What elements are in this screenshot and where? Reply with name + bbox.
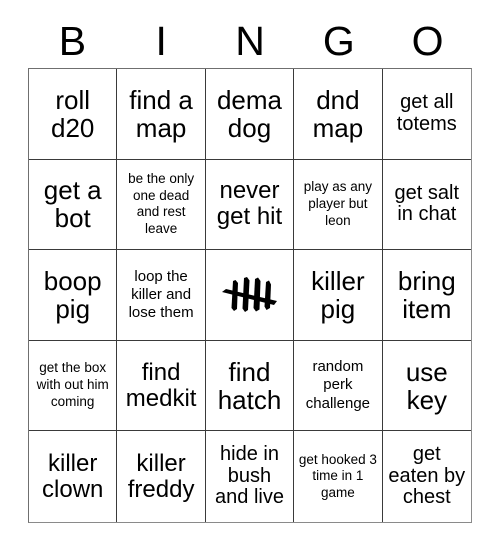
bingo-cell-label: find a map bbox=[129, 84, 193, 143]
bingo-cell[interactable]: play as any player but leon bbox=[294, 159, 383, 251]
bingo-cell[interactable]: roll d20 bbox=[29, 69, 118, 160]
bingo-cell[interactable]: get salt in chat bbox=[382, 159, 471, 251]
bingo-cell-label: find hatch bbox=[217, 356, 282, 415]
bingo-cell[interactable]: get hooked 3 time in 1 game bbox=[294, 431, 383, 522]
bingo-cell[interactable]: find medkit bbox=[117, 340, 206, 432]
bingo-cell[interactable]: never get hit bbox=[205, 159, 295, 251]
bingo-cell[interactable]: get eaten by chest bbox=[382, 431, 471, 522]
bingo-cell-label: dnd map bbox=[312, 84, 364, 143]
bingo-cell[interactable]: loop the killer and lose them bbox=[117, 250, 206, 341]
bingo-cell-label: killer pig bbox=[311, 265, 365, 324]
bingo-cell-label: be the only one dead and rest leave bbox=[128, 170, 195, 237]
bingo-cell[interactable]: killer freddy bbox=[117, 431, 206, 522]
bingo-card: B I N G O roll d20 find a map dema dog dnd map g… bbox=[0, 0, 500, 544]
bingo-header: BINGO bbox=[28, 14, 472, 68]
bingo-cell-label: hide in bush and live bbox=[215, 443, 284, 509]
bingo-cell[interactable]: killer clown bbox=[29, 431, 118, 522]
bingo-cell[interactable]: get all totems bbox=[382, 69, 471, 160]
bingo-cell-label: dema dog bbox=[216, 84, 283, 143]
bingo-cell-label: get eaten by chest bbox=[388, 443, 466, 509]
bingo-header-letter-g: G bbox=[322, 17, 355, 64]
bingo-cell[interactable]: find a map bbox=[117, 69, 206, 160]
bingo-cell-label: boop pig bbox=[43, 265, 102, 324]
bingo-cell[interactable]: get a bot bbox=[29, 159, 118, 251]
bingo-cell-label: killer freddy bbox=[127, 449, 195, 503]
bingo-cell-label: get the box with out him coming bbox=[36, 360, 109, 409]
bingo-cell[interactable]: random perk challenge bbox=[294, 340, 383, 432]
bingo-free-space-cell[interactable] bbox=[205, 250, 295, 341]
bingo-header-letter-b: B bbox=[58, 17, 87, 64]
bingo-cell[interactable]: bring item bbox=[382, 250, 471, 341]
bingo-cell[interactable]: dema dog bbox=[205, 69, 295, 160]
bingo-cell-label: get all totems bbox=[396, 91, 457, 135]
bingo-cell-label: find medkit bbox=[125, 358, 197, 412]
bingo-header-letter-n: N bbox=[235, 17, 265, 64]
bingo-header-letter-i: I bbox=[155, 17, 167, 64]
bingo-cell-label: get salt in chat bbox=[394, 181, 460, 226]
bingo-cell-label: killer clown bbox=[42, 449, 104, 503]
bingo-cell-label: loop the killer and lose them bbox=[128, 267, 194, 322]
bingo-cell-label: use key bbox=[405, 356, 448, 415]
bingo-cell-label: never get hit bbox=[216, 177, 283, 231]
bingo-cell-label: get a bot bbox=[43, 175, 102, 234]
bingo-cell[interactable]: find hatch bbox=[205, 340, 295, 432]
dbd-tally-logo-icon bbox=[222, 276, 278, 312]
bingo-cell[interactable]: hide in bush and live bbox=[205, 431, 295, 522]
bingo-cell[interactable]: use key bbox=[382, 340, 471, 432]
bingo-cell[interactable]: be the only one dead and rest leave bbox=[117, 159, 206, 251]
bingo-cell-label: roll d20 bbox=[51, 84, 95, 143]
bingo-cell[interactable]: boop pig bbox=[29, 250, 118, 341]
bingo-grid: roll d20 find a map dema dog dnd map get all… bbox=[28, 68, 472, 523]
bingo-cell[interactable]: dnd map bbox=[294, 69, 383, 160]
bingo-cell[interactable]: get the box with out him coming bbox=[29, 340, 118, 432]
bingo-cell-label: random perk challenge bbox=[305, 358, 370, 412]
bingo-cell-label: play as any player but leon bbox=[303, 179, 373, 228]
bingo-cell-label: get hooked 3 time in 1 game bbox=[298, 451, 377, 501]
bingo-cell-label: bring item bbox=[397, 265, 456, 324]
bingo-cell[interactable]: killer pig bbox=[294, 250, 383, 341]
bingo-header-letter-o: O bbox=[411, 17, 444, 64]
